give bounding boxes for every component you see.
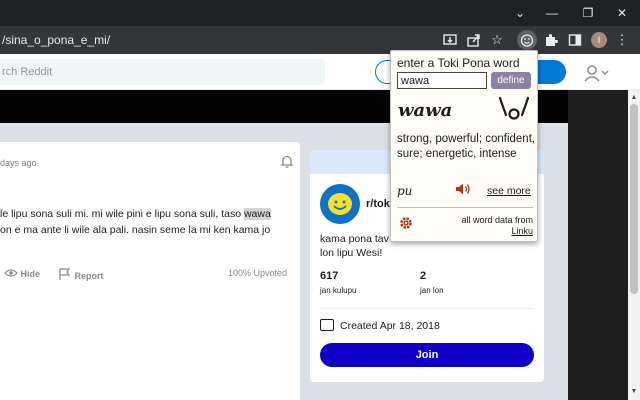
post-line: le lipu sona suli mi. mi wile pini e lip… [0,206,290,222]
search-input[interactable]: rch Reddit [0,59,325,85]
reddit-header: rch Reddit [0,54,640,90]
post-text-span: on e ma ante li wile ala pali. nasin sem… [0,224,271,236]
flag-icon [59,268,71,280]
sidebar-divider [320,308,534,309]
scroll-down-icon[interactable]: ▼ [628,386,640,398]
created-text: Created Apr 18, 2018 [340,320,440,332]
data-credit: all word data from Linku [443,215,533,237]
hide-button[interactable]: Hide [4,268,40,279]
bell-icon[interactable] [280,154,294,171]
community-avatar[interactable] [320,184,360,224]
browser-titlebar: ⌄ — ❐ ✕ [0,0,640,26]
tab-search-chevron-icon[interactable]: ⌄ [504,0,536,26]
toki-pona-dictionary-popup: enter a Toki Pona word define wawa stron… [390,50,538,242]
community-name[interactable]: r/tok [366,198,390,210]
post-line: on e ma ante li wile ala pali. nasin sem… [0,222,290,238]
members-count: 617 [320,270,339,282]
side-panel-icon[interactable] [565,30,585,50]
page-scrollbar[interactable]: ▲ ▼ [628,90,640,400]
post-card: days ago le lipu sona suli mi. mi wile p… [0,142,300,400]
report-button[interactable]: Report [58,268,104,281]
credit-text: all word data from [461,215,533,225]
define-button[interactable]: define [491,72,531,89]
maximize-button[interactable]: ❐ [572,0,604,26]
report-label: Report [74,271,104,281]
selected-word-highlight: wawa [243,208,271,220]
word-input[interactable] [397,72,487,89]
profile-avatar[interactable]: I [591,32,607,48]
install-icon[interactable] [440,30,460,50]
speaker-icon[interactable] [455,182,471,199]
popup-divider [397,207,533,208]
menu-dots-icon[interactable]: ⋮ [612,30,632,50]
minimize-button[interactable]: — [536,0,568,26]
post-timestamp: days ago [0,158,37,168]
eye-off-icon [4,269,18,277]
online-count: 2 [420,270,427,282]
headword: wawa [398,100,453,121]
cake-icon [320,319,334,331]
word-definition: strong, powerful; confident, sure; energ… [397,133,536,160]
scroll-up-icon[interactable]: ▲ [628,92,640,104]
sitelen-pona-glyph-icon [498,96,530,120]
extensions-puzzle-icon[interactable] [541,30,561,50]
bookmark-star-icon[interactable]: ☆ [487,30,507,50]
scrollbar-thumb[interactable] [630,104,638,294]
post-text-span: le lipu sona suli mi. mi wile pini e lip… [0,208,244,220]
join-button[interactable]: Join [320,343,534,367]
popup-title: enter a Toki Pona word [397,56,520,70]
linku-link[interactable]: Linku [443,226,533,237]
share-icon[interactable] [464,30,484,50]
description-line: lon lipu Wesi! [320,247,383,259]
created-date: Created Apr 18, 2018 [320,319,440,332]
see-more-link[interactable]: see more [487,185,531,197]
gear-icon[interactable] [398,215,414,236]
toki-pona-extension-icon[interactable] [517,30,537,50]
members-label: jan kulupu [320,286,357,295]
post-actions: Hide Report 100% Upvoted [0,268,296,284]
online-label: jan lon [420,286,444,295]
address-bar-url[interactable]: /sina_o_pona_e_mi/ [0,26,110,54]
browser-toolbar: /sina_o_pona_e_mi/ ☆ I ⋮ [0,26,640,54]
close-window-button[interactable]: ✕ [606,0,638,26]
post-body: le lipu sona suli mi. mi wile pini e lip… [0,206,290,238]
user-menu-icon[interactable] [584,64,612,82]
page-dark-gutter [568,90,628,400]
book-source: pu [397,184,413,198]
smiley-face-icon [328,193,352,215]
upvote-ratio: 100% Upvoted [228,268,288,278]
hide-label: Hide [20,269,41,279]
